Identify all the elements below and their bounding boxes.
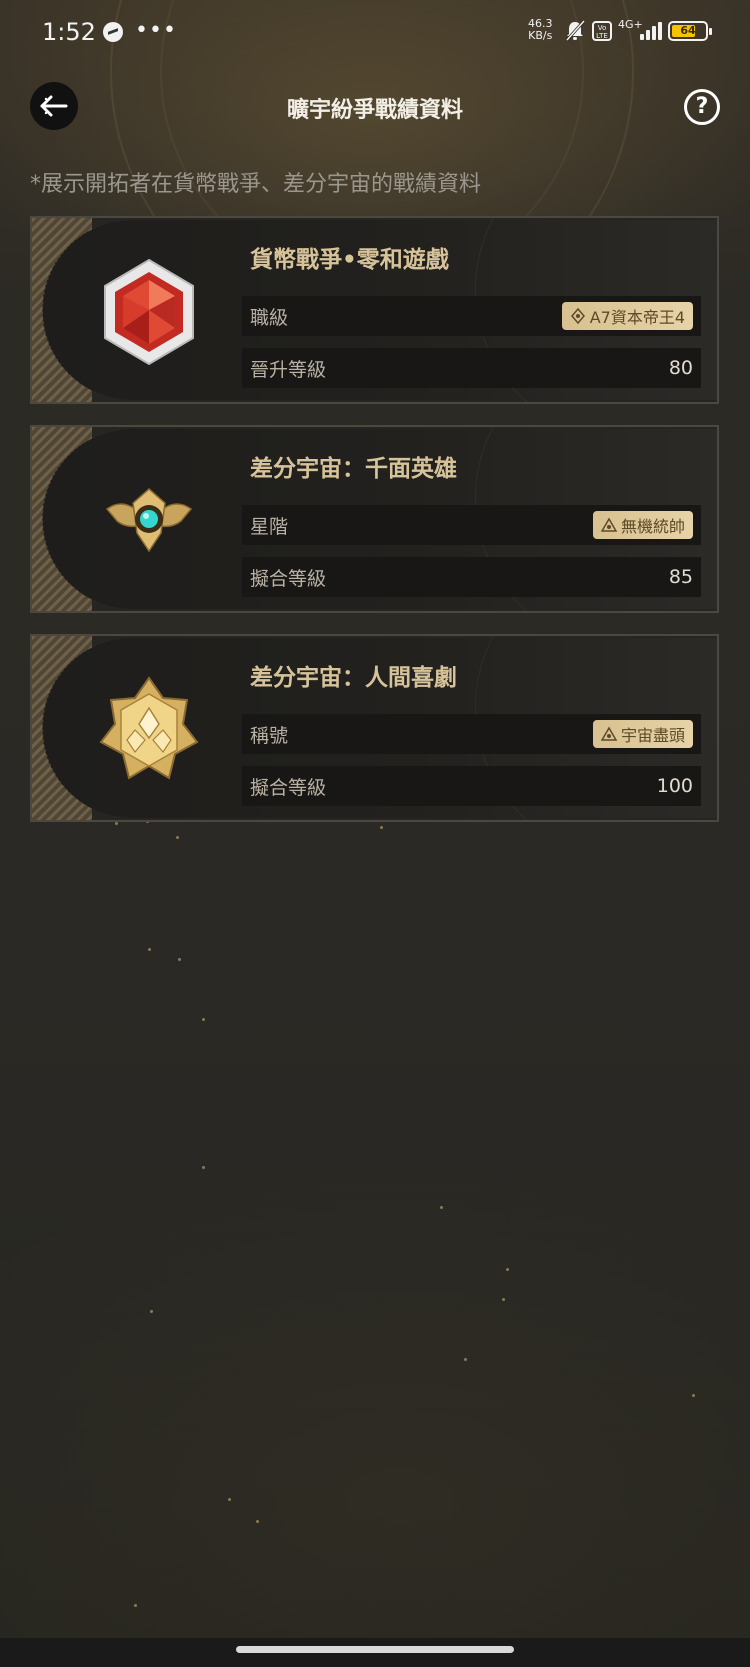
stat-row-level: 擬合等級 100 [242, 766, 701, 806]
sparkle [115, 822, 118, 825]
stat-value: 80 [668, 357, 693, 379]
sparkle [202, 1166, 205, 1169]
stat-value: 100 [656, 775, 693, 797]
record-card-currency-wars[interactable]: 貨幣戰爭•零和遊戲 職級 A7資本帝王4 晉升等級 80 [30, 216, 719, 404]
rank-badge: 宇宙盡頭 [592, 720, 693, 748]
stat-label: 晉升等級 [250, 358, 327, 381]
sparkle [464, 1358, 467, 1361]
rank-emblem-icon [570, 308, 585, 324]
bell-muted-icon [565, 20, 585, 42]
page-title: 曠宇紛爭戰績資料 [286, 98, 463, 123]
stat-label: 擬合等級 [250, 567, 327, 590]
stat-row-title: 稱號 宇宙盡頭 [242, 714, 701, 754]
card-title: 差分宇宙：人間喜劇 [250, 665, 457, 691]
stat-label: 職級 [250, 306, 289, 329]
record-card-divergent-universe-1[interactable]: 差分宇宙：千面英雄 星階 無機統帥 擬合等級 85 [30, 425, 719, 613]
record-card-divergent-universe-2[interactable]: 差分宇宙：人間喜劇 稱號 宇宙盡頭 擬合等級 100 [30, 634, 719, 822]
help-button[interactable]: ? [684, 89, 720, 125]
stat-label: 擬合等級 [250, 776, 327, 799]
sparkle [502, 1298, 505, 1301]
sparkle [178, 958, 181, 961]
gold-star-emblem-icon [99, 676, 199, 780]
stat-value: 85 [668, 566, 693, 588]
red-gem-emblem-icon [104, 258, 194, 366]
rank-badge: 無機統帥 [592, 511, 693, 539]
sparkle [440, 1206, 443, 1209]
rank-badge: A7資本帝王4 [561, 302, 693, 330]
sparkle [202, 1018, 205, 1021]
battery-icon: 64 [668, 21, 712, 41]
sparkle [380, 826, 383, 829]
gold-winged-emblem-icon [105, 488, 193, 553]
sparkle [256, 1520, 259, 1523]
sparkle [506, 1268, 509, 1271]
stat-row-star-tier: 星階 無機統帥 [242, 505, 701, 545]
signal-icon [640, 22, 662, 40]
rank-emblem-icon [600, 517, 617, 532]
network-speed: 46.3 KB/s [528, 18, 553, 42]
messenger-icon [103, 22, 123, 42]
stat-row-rank: 職級 A7資本帝王4 [242, 296, 701, 336]
sparkle [176, 836, 179, 839]
status-bar: 1:52 ••• 46.3 KB/s Vo LTE 4G+ 64 [0, 0, 750, 64]
sparkle [134, 1604, 137, 1607]
battery-level: 64 [680, 24, 696, 37]
stat-label: 稱號 [250, 724, 289, 747]
volte-icon: Vo LTE [592, 21, 612, 41]
network-speed-unit: KB/s [528, 29, 553, 42]
card-title: 差分宇宙：千面英雄 [250, 456, 457, 482]
card-title: 貨幣戰爭•零和遊戲 [250, 247, 449, 273]
sparkle [228, 1498, 231, 1501]
rank-badge-text: A7資本帝王4 [589, 308, 685, 327]
rank-emblem-icon [600, 726, 617, 741]
sparkle [692, 1394, 695, 1397]
stat-row-level: 擬合等級 85 [242, 557, 701, 597]
stat-label: 星階 [250, 515, 289, 538]
sparkle [148, 948, 151, 951]
stat-row-level: 晉升等級 80 [242, 348, 701, 388]
rank-badge-text: 宇宙盡頭 [620, 726, 685, 745]
status-time: 1:52 [42, 18, 96, 46]
rank-badge-text: 無機統帥 [620, 517, 685, 536]
home-indicator[interactable] [236, 1646, 514, 1653]
page-subtitle: *展示開拓者在貨幣戰爭、差分宇宙的戰績資料 [30, 172, 482, 197]
sparkle [150, 1310, 153, 1313]
more-notifications-icon: ••• [135, 18, 177, 43]
